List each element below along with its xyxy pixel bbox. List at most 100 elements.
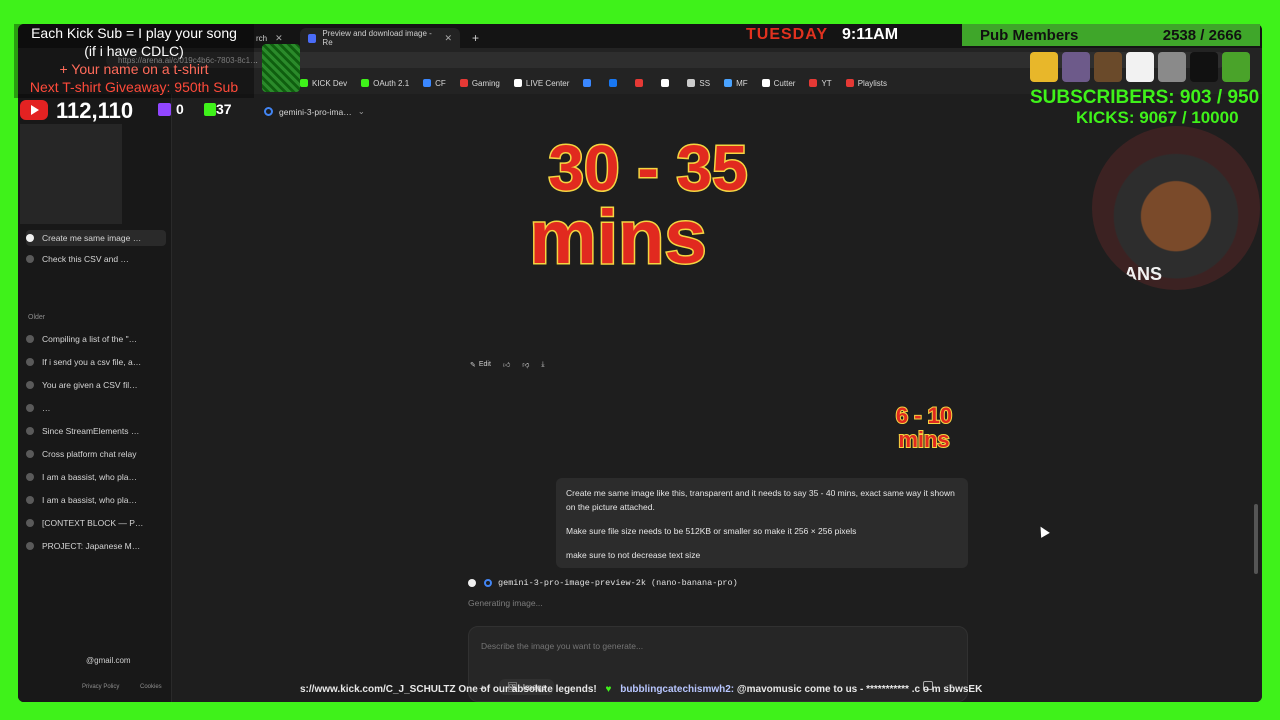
subscriber-goal: SUBSCRIBERS: 903 / 950 — [1030, 87, 1260, 108]
model-icon — [26, 496, 34, 504]
kick-sub-line: + Your name on a t-shirt — [59, 61, 209, 77]
sidebar-item-label: [CONTEXT BLOCK — P… — [42, 518, 144, 528]
tiktok-icon — [687, 79, 696, 87]
tab-label: rch — [256, 33, 268, 43]
bookmark-ss[interactable]: SS — [687, 79, 710, 88]
user-message-paragraph: make sure to not decrease text size — [566, 550, 701, 560]
chevron-down-icon: ⌄ — [357, 106, 365, 116]
close-icon[interactable]: ✕ — [275, 33, 283, 44]
sidebar-chat[interactable]: You are given a CSV fil… — [26, 380, 166, 390]
bookmark-label: SS — [699, 78, 711, 88]
prompt-input[interactable] — [481, 641, 941, 651]
tab-preview[interactable]: Preview and download image - Re ✕ — [300, 28, 460, 48]
ticker-message: @mavomusic come to us - *********** .c o… — [736, 684, 983, 695]
download-icon[interactable]: ⤓ — [541, 361, 544, 369]
generated-image-text-unit: mins — [528, 195, 708, 280]
tshirt-icon — [1126, 52, 1154, 82]
model-selector-label: gemini-3-pro-ima… — [279, 106, 352, 117]
bookmark-yt[interactable]: YT — [809, 78, 832, 88]
sidebar-item-label: Check this CSV and … — [42, 254, 129, 264]
kick-sub-banner: Each Kick Sub = I play your song (if i h… — [14, 24, 254, 98]
older-section-label: Older — [28, 314, 46, 321]
sidebar-item-label: Compiling a list of the "… — [42, 334, 138, 344]
page-content: Create me same image … Check this CSV an… — [18, 94, 1262, 702]
bookmark-facebook[interactable] — [609, 79, 621, 87]
sidebar-chat-check-csv[interactable]: Check this CSV and … — [26, 254, 166, 264]
bookmark-x[interactable] — [661, 79, 673, 87]
model-icon — [26, 381, 34, 389]
account-email[interactable]: @gmail.com — [86, 656, 131, 665]
sidebar-item-label: Cross platform chat relay — [42, 449, 137, 459]
sidebar-chat-create-image[interactable]: Create me same image … — [26, 230, 166, 246]
twitch-icon — [158, 103, 171, 116]
youtube-icon — [635, 79, 644, 87]
youtube-icon — [20, 100, 48, 120]
chat-dot-icon — [26, 234, 34, 242]
attached-image-text-unit: mins — [897, 427, 950, 453]
bookmark-label: MF — [736, 78, 748, 88]
bookmark-live-center[interactable]: LIVE Center — [513, 79, 569, 88]
bookmark-kick-dev[interactable]: KICK Dev — [300, 79, 347, 88]
day-display: TUESDAY — [746, 26, 828, 43]
plus-icon: + — [472, 31, 480, 45]
kicks-goal: KICKS: 9067 / 10000 — [1076, 108, 1239, 127]
bookmark-label: Cutter — [773, 78, 796, 88]
thumbs-down-icon[interactable]: 👎︎ — [522, 360, 529, 369]
pencil-icon: ✎ — [470, 361, 476, 369]
sidebar-item-label: I am a bassist, who pla… — [42, 495, 137, 505]
scrollbar[interactable] — [1254, 504, 1258, 574]
sidebar-chat[interactable]: Cross platform chat relay — [26, 449, 166, 459]
bookmark-label: CF — [435, 78, 446, 88]
cookies-link[interactable]: Cookies — [140, 684, 162, 690]
bookmark-playlists[interactable]: Playlists — [845, 78, 888, 88]
model-icon — [26, 358, 34, 366]
youtube-icon — [809, 79, 818, 87]
plinko-board — [20, 124, 122, 224]
tshirt-icon — [1062, 52, 1090, 82]
model-icon — [26, 404, 34, 412]
google-icon — [26, 519, 34, 527]
bookmark-mf[interactable]: MF — [724, 79, 748, 88]
kick-icon — [204, 103, 216, 116]
sidebar-chat[interactable]: Compiling a list of the "… — [26, 334, 166, 344]
sidebar-chat[interactable]: I am a bassist, who pla… — [26, 472, 166, 482]
model-icon — [26, 473, 34, 481]
response-model-name: gemini-3-pro-image-preview-2k (nano-bana… — [498, 578, 738, 588]
bookmark-label: YT — [821, 78, 832, 88]
facebook-icon — [609, 79, 618, 87]
sidebar-chat[interactable]: [CONTEXT BLOCK — P… — [26, 518, 166, 528]
privacy-link[interactable]: Privacy Policy — [82, 684, 119, 690]
tshirt-icon — [1158, 52, 1186, 82]
sidebar-item-label: Since StreamElements … — [42, 426, 140, 436]
bookmark-gaming[interactable]: Gaming — [459, 79, 500, 88]
bookmark-cutter[interactable]: Cutter — [761, 78, 796, 88]
mouse-cursor-icon — [1036, 524, 1050, 538]
close-icon[interactable]: ✕ — [444, 33, 452, 44]
sidebar-chat[interactable]: … — [26, 403, 166, 413]
sidebar-chat[interactable]: Since StreamElements … — [26, 426, 166, 436]
bookmark-blue[interactable] — [583, 79, 595, 87]
bookmark-oauth[interactable]: OAuth 2.1 — [361, 79, 409, 88]
bookmark-label: Playlists — [857, 78, 888, 88]
sidebar-item-label: You are given a CSV fil… — [42, 380, 138, 390]
arrow-icon — [724, 79, 733, 87]
new-tab-button[interactable]: + — [464, 28, 487, 48]
generating-status: Generating image... — [468, 598, 543, 608]
thumbs-up-icon[interactable]: 👍︎ — [503, 360, 510, 369]
pub-members-count: 2538 / 2666 — [1162, 26, 1242, 44]
bookmark-label: OAuth 2.1 — [373, 78, 410, 88]
ticker-message: s://www.kick.com/C_J_SCHULTZ One of our … — [300, 684, 597, 695]
bookmark-youtube[interactable] — [635, 79, 647, 87]
sidebar-chat[interactable]: PROJECT: Japanese M… — [26, 541, 166, 551]
youtube-subscriber-count: 112,110 — [56, 98, 134, 123]
sidebar-chat[interactable]: I am a bassist, who pla… — [26, 495, 166, 505]
sidebar-chat[interactable]: If i send you a csv file, a… — [26, 357, 166, 367]
bookmark-cf[interactable]: CF — [423, 79, 446, 88]
merch-shirts — [1030, 52, 1260, 84]
bookmark-label: KICK Dev — [312, 78, 348, 88]
edit-button[interactable]: ✎ Edit — [470, 361, 491, 369]
model-selector[interactable]: gemini-3-pro-ima… ⌄ — [264, 106, 365, 117]
message-actions: ✎ Edit 👍︎ 👎︎ ⤓ — [470, 360, 544, 370]
model-icon — [26, 450, 34, 458]
folder-icon — [423, 79, 432, 87]
